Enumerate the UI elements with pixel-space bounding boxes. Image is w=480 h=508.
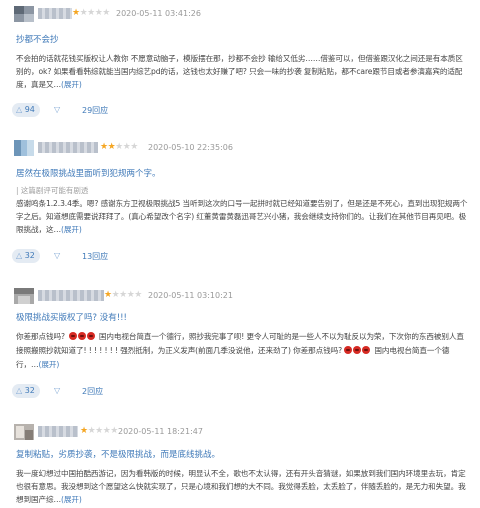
emoji-group [344,345,371,358]
expand-link[interactable]: (展开) [38,360,59,369]
upvote-button[interactable]: △ 94 [16,105,35,114]
star-icon: ★★★ [115,142,138,152]
review-lead: 你差那点钱吗? [16,332,65,341]
star-icon: ★ [104,290,112,300]
upvote-button[interactable]: △ 32 [16,386,35,395]
downvote-button[interactable]: ▽ [54,251,60,260]
review-body: 我一度幻想过中国拍酷西游记，因为看韩版的时候，明显认不全，歌也不太认得，还有开头… [16,467,468,506]
review-body: 不会拍的话就花钱买版权让人教你 不愿意动脑子，模版摆在那，抄都不会抄 输给又低劣… [16,52,468,91]
review-text: 我一度幻想过中国拍酷西游记，因为看韩版的时候，明显认不全，歌也不太认得，还有开头… [16,469,466,504]
upvote-button[interactable]: △ 32 [16,251,35,260]
review-card: ★★★★★ 2020-05-11 18:21:47 复制粘贴，劣质抄袭，不是极限… [0,424,480,508]
review-card: ★★★★★ 2020-05-10 22:35:06 居然在极限挑战里面听到犯规两… [0,140,480,268]
avatar[interactable] [14,140,34,156]
expand-link[interactable]: (展开) [61,225,82,234]
review-body: 感谢鸣条1.2.3.4季。嗯? 感谢东方卫视极限挑战5 当听到这次的口号一起拼时… [16,197,468,236]
angry-face-icon [362,346,371,354]
arrow-up-icon: △ [16,105,23,114]
review-date: 2020-05-11 03:41:26 [116,9,201,18]
review-text: 感谢鸣条1.2.3.4季。嗯? 感谢东方卫视极限挑战5 当听到这次的口号一起拼时… [16,199,468,234]
review-text: 不会拍的话就花钱买版权让人教你 不愿意动脑子，模版摆在那，抄都不会抄 输给又低劣… [16,54,463,89]
upvote-count: 32 [24,386,35,395]
expand-link[interactable]: (展开) [61,495,82,504]
rating-stars: ★★★★★ [80,426,118,437]
angry-face-icon [353,346,362,354]
angry-face-icon [86,332,95,340]
expand-link[interactable]: (展开) [61,80,82,89]
reply-count-link[interactable]: 2回应 [82,386,103,397]
spoiler-note: | 这篇剧评可能有剧透 [16,186,89,195]
star-icon: ★ [80,426,88,436]
upvote-count: 94 [24,105,35,114]
star-icon: ★★★★ [111,290,143,300]
review-title[interactable]: 极限挑战买版权了吗? 没有!!! [16,311,127,323]
downvote-button[interactable]: ▽ [54,386,60,395]
downvote-button[interactable]: ▽ [54,105,60,114]
avatar[interactable] [14,288,34,304]
star-icon: ★★★★ [87,426,119,436]
rating-stars: ★★★★★ [100,142,138,153]
angry-face-icon [344,346,353,354]
emoji-group [68,331,96,344]
review-card: ★★★★★ 2020-05-11 03:10:21 极限挑战买版权了吗? 没有!… [0,288,480,406]
arrow-down-icon: ▽ [54,105,61,114]
arrow-up-icon: △ [16,251,23,260]
rating-stars: ★★★★★ [104,290,142,301]
review-card: ★★★★★ 2020-05-11 03:41:26 抄都不会抄 不会拍的话就花钱… [0,6,480,120]
review-title[interactable]: 复制粘贴，劣质抄袭，不是极限挑战，而是底线挑战。 [16,448,220,460]
review-date: 2020-05-10 22:35:06 [148,143,233,152]
arrow-up-icon: △ [16,386,23,395]
review-title[interactable]: 抄都不会抄 [16,33,59,45]
review-body: 你差那点钱吗? 国内电视台简直一个德行，照抄我完事了呗! 更令人可耻的是一些人不以… [16,330,468,371]
angry-face-icon [77,332,86,340]
upvote-count: 32 [24,251,35,260]
reply-count-link[interactable]: 29回应 [82,105,108,116]
review-date: 2020-05-11 18:21:47 [118,427,203,436]
avatar[interactable] [14,424,34,440]
username-blurred[interactable] [38,142,98,153]
username-blurred[interactable] [38,426,78,437]
review-title[interactable]: 居然在极限挑战里面听到犯规两个字。 [16,167,161,179]
rating-stars: ★★★★★ [72,8,110,19]
username-blurred[interactable] [38,8,72,19]
star-icon: ★★ [100,142,116,152]
avatar[interactable] [14,6,34,22]
reply-count-link[interactable]: 13回应 [82,251,108,262]
review-date: 2020-05-11 03:10:21 [148,291,233,300]
angry-face-icon [68,332,77,340]
star-icon: ★★★★ [79,8,111,18]
arrow-down-icon: ▽ [54,251,61,260]
username-blurred[interactable] [38,290,104,301]
star-icon: ★ [72,8,80,18]
arrow-down-icon: ▽ [54,386,61,395]
